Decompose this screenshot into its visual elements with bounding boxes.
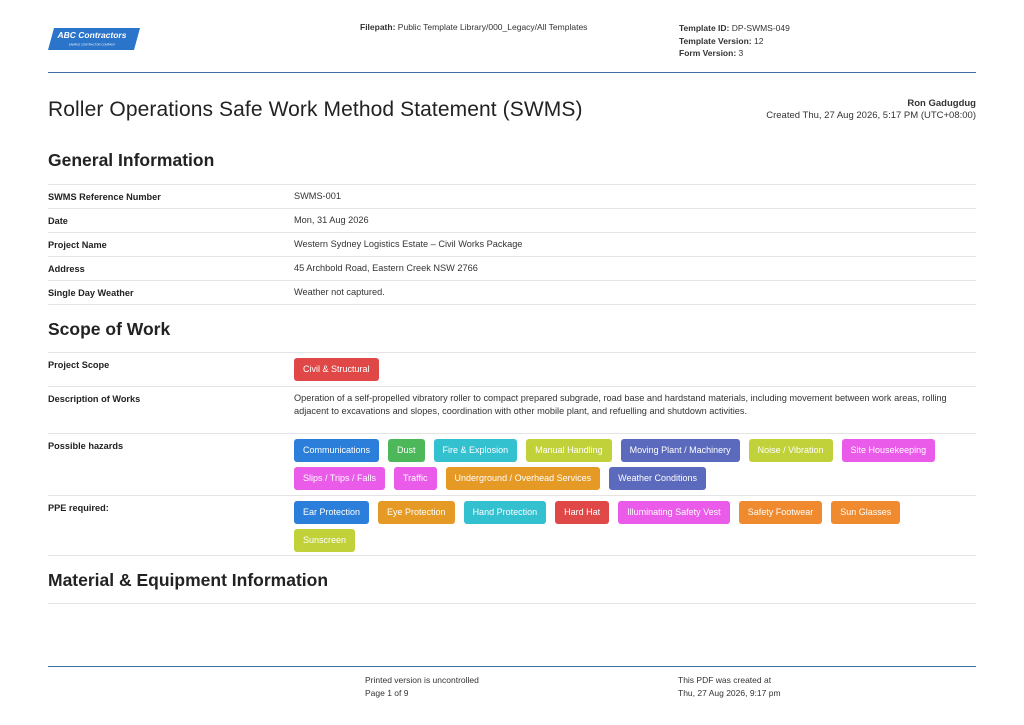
- row-divider: [48, 555, 976, 556]
- tag-safety-footwear: Safety Footwear: [738, 501, 823, 524]
- template-version-label: Template Version:: [679, 35, 752, 46]
- filepath: Filepath: Public Template Library/000_Le…: [360, 22, 587, 32]
- tag-traffic: Traffic: [394, 467, 437, 490]
- tag-ear-protection: Ear Protection: [294, 501, 370, 524]
- info-row-address: Address 45 Archbold Road, Eastern Creek …: [48, 256, 976, 280]
- info-label: Address: [48, 264, 85, 274]
- tag-underground-overhead: Underground / Overhead Services: [445, 467, 601, 490]
- page-header: ABC Contractors SAMPLE CONTRACTOR COMPAN…: [48, 18, 976, 73]
- info-label: SWMS Reference Number: [48, 192, 161, 202]
- tag-fire-explosion: Fire & Explosion: [433, 439, 518, 462]
- info-label: Date: [48, 216, 68, 226]
- project-scope-tags: Civil & Structural: [294, 358, 956, 381]
- tag-sunscreen: Sunscreen: [294, 529, 356, 552]
- row-divider: [48, 603, 976, 604]
- project-scope-label: Project Scope: [48, 360, 110, 370]
- info-row-reference: SWMS Reference Number SWMS-001: [48, 184, 976, 208]
- scope-row-project-scope: Project Scope Civil & Structural: [48, 352, 976, 386]
- description-text: Operation of a self-propelled vibratory …: [294, 393, 947, 416]
- info-value: Mon, 31 Aug 2026: [294, 215, 369, 225]
- filepath-label: Filepath:: [360, 22, 396, 32]
- footer-left: Printed version is uncontrolled Page 1 o…: [365, 674, 479, 699]
- page-title: Roller Operations Safe Work Method State…: [48, 98, 583, 121]
- tag-noise-vibration: Noise / Vibration: [748, 439, 833, 462]
- ppe-label: PPE required:: [48, 503, 109, 513]
- created-at: Created Thu, 27 Aug 2026, 5:17 PM (UTC+0…: [766, 109, 976, 121]
- scope-of-work-heading: Scope of Work: [48, 319, 171, 339]
- scope-row-ppe: PPE required: Ear Protection Eye Protect…: [48, 495, 976, 555]
- template-id-label: Template ID:: [679, 23, 730, 33]
- tag-moving-plant: Moving Plant / Machinery: [620, 439, 740, 462]
- row-divider: [48, 304, 976, 305]
- tag-hard-hat: Hard Hat: [555, 501, 610, 524]
- form-version-label: Form Version:: [679, 48, 737, 58]
- created-info: Ron Gadugdug Created Thu, 27 Aug 2026, 5…: [766, 98, 976, 121]
- logo-name: ABC Contractors: [57, 30, 127, 40]
- ppe-tags: Ear Protection Eye Protection Hand Prote…: [294, 501, 956, 552]
- page-number: Page 1 of 9: [365, 687, 409, 698]
- tag-weather-conditions: Weather Conditions: [609, 467, 706, 490]
- description-label: Description of Works: [48, 394, 141, 404]
- info-label: Project Name: [48, 240, 107, 250]
- tag-slips-trips-falls: Slips / Trips / Falls: [294, 467, 386, 490]
- info-value: 45 Archbold Road, Eastern Creek NSW 2766: [294, 263, 478, 273]
- tag-illuminating-safety-vest: Illuminating Safety Vest: [618, 501, 730, 524]
- info-label: Single Day Weather: [48, 288, 134, 298]
- tag-hand-protection: Hand Protection: [463, 501, 547, 524]
- footer-divider: [48, 666, 976, 667]
- header-divider: [48, 72, 976, 73]
- info-value: SWMS-001: [294, 191, 341, 201]
- form-version-value: 3: [738, 48, 744, 58]
- hazards-tags: Communications Dust Fire & Explosion Man…: [294, 439, 956, 490]
- uncontrolled-notice: Printed version is uncontrolled: [365, 675, 479, 685]
- tag-sun-glasses: Sun Glasses: [831, 501, 901, 524]
- info-row-project-name: Project Name Western Sydney Logistics Es…: [48, 232, 976, 256]
- material-equipment-heading: Material & Equipment Information: [48, 570, 329, 590]
- scope-row-hazards: Possible hazards Communications Dust Fir…: [48, 433, 976, 495]
- title-row: Roller Operations Safe Work Method State…: [48, 96, 976, 126]
- tag-communications: Communications: [294, 439, 380, 462]
- general-information-heading: General Information: [48, 150, 215, 170]
- scope-row-description: Description of Works Operation of a self…: [48, 386, 976, 433]
- filepath-value: Public Template Library/000_Legacy/All T…: [397, 22, 588, 32]
- info-value: Weather not captured.: [294, 287, 385, 297]
- tag-manual-handling: Manual Handling: [526, 439, 612, 462]
- tag-eye-protection: Eye Protection: [378, 501, 455, 524]
- template-info: Template ID: DP-SWMS-049 Template Versio…: [679, 22, 790, 60]
- tag-dust: Dust: [388, 439, 425, 462]
- tag-civil-structural: Civil & Structural: [294, 358, 379, 381]
- pdf-created-label: This PDF was created at: [678, 675, 772, 685]
- template-id-value: DP-SWMS-049: [731, 23, 790, 33]
- template-version-value: 12: [753, 35, 764, 46]
- created-by: Ron Gadugdug: [907, 98, 976, 109]
- hazards-label: Possible hazards: [48, 441, 124, 451]
- info-row-date: Date Mon, 31 Aug 2026: [48, 208, 976, 232]
- footer-right: This PDF was created at Thu, 27 Aug 2026…: [678, 674, 781, 699]
- company-logo: ABC Contractors SAMPLE CONTRACTOR COMPAN…: [48, 28, 140, 50]
- info-value: Western Sydney Logistics Estate – Civil …: [294, 239, 523, 249]
- logo-subtitle: SAMPLE CONTRACTOR COMPANY: [69, 43, 116, 47]
- pdf-created-value: Thu, 27 Aug 2026, 9:17 pm: [678, 687, 781, 698]
- info-row-weather: Single Day Weather Weather not captured.: [48, 280, 976, 304]
- tag-site-housekeeping: Site Housekeeping: [841, 439, 936, 462]
